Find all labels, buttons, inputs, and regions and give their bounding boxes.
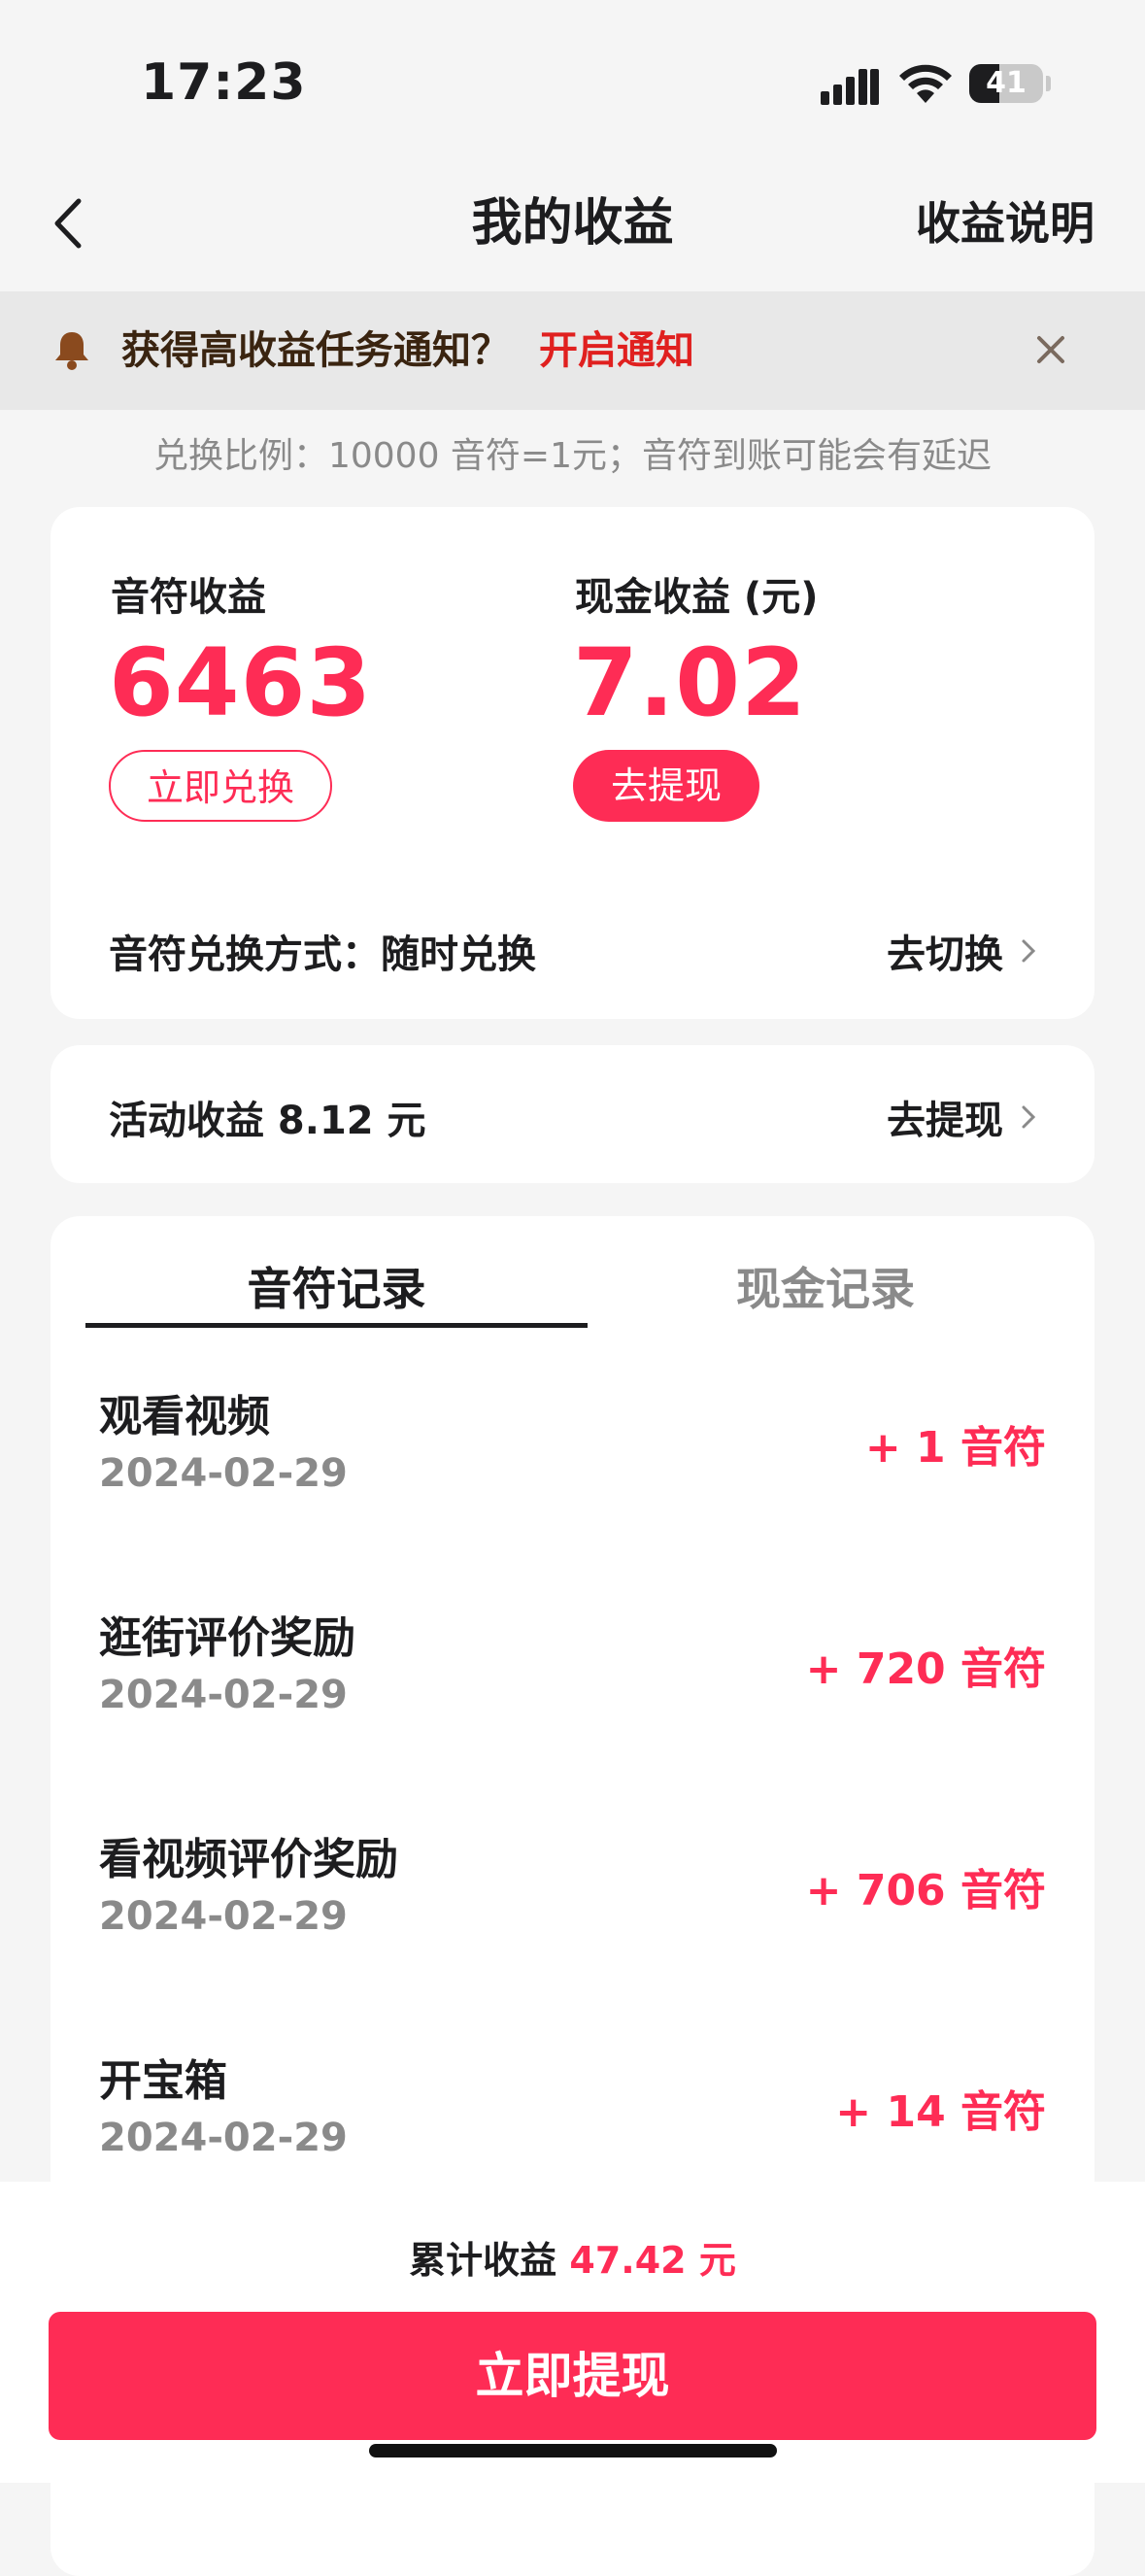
total-earnings-label: 累计收益 xyxy=(409,2239,557,2282)
record-title: 看视频评价奖励 xyxy=(99,1835,398,1884)
total-earnings-value: 47.42 元 xyxy=(569,2239,736,2282)
cash-earnings-value: 7.02 xyxy=(573,628,807,737)
activity-withdraw-link[interactable]: 去提现 xyxy=(887,1089,1036,1145)
notification-banner: 获得高收益任务通知？ 开启通知 xyxy=(0,291,1145,410)
notes-earnings-label: 音符收益 xyxy=(111,575,266,620)
battery-percent: 41 xyxy=(986,66,1027,100)
record-item: 观看视频 2024-02-29 + 1 音符 xyxy=(99,1381,1046,1603)
earnings-explanation-link[interactable]: 收益说明 xyxy=(916,185,1094,262)
exchange-mode-label: 音符兑换方式：随时兑换 xyxy=(109,932,536,977)
activity-withdraw-text: 去提现 xyxy=(887,1099,1003,1143)
close-icon[interactable] xyxy=(1029,328,1072,371)
cash-earnings-label: 现金收益 (元) xyxy=(575,575,819,620)
record-date: 2024-02-29 xyxy=(99,1673,348,1717)
notice-text: 获得高收益任务通知？ xyxy=(121,328,510,373)
record-amount: + 1 音符 xyxy=(864,1423,1046,1473)
battery-icon: 41 xyxy=(969,64,1043,103)
notes-earnings-value: 6463 xyxy=(109,628,373,737)
record-date: 2024-02-29 xyxy=(99,1894,348,1939)
chevron-right-icon xyxy=(1022,1105,1036,1129)
record-item: 看视频评价奖励 2024-02-29 + 706 音符 xyxy=(99,1824,1046,2046)
status-bar: 17:23 41 xyxy=(0,0,1145,165)
record-date: 2024-02-29 xyxy=(99,1451,348,1496)
record-amount: + 720 音符 xyxy=(805,1644,1046,1694)
record-date: 2024-02-29 xyxy=(99,2116,348,2160)
enable-notification-link[interactable]: 开启通知 xyxy=(539,291,694,410)
total-earnings: 累计收益 47.42 元 xyxy=(0,2230,1145,2284)
exchange-now-button[interactable]: 立即兑换 xyxy=(109,750,332,822)
record-amount: + 706 音符 xyxy=(805,1866,1046,1915)
record-amount: + 14 音符 xyxy=(835,2087,1046,2137)
switch-mode-link[interactable]: 去切换 xyxy=(887,923,1036,979)
battery-tip xyxy=(1046,76,1051,91)
withdraw-now-button[interactable]: 立即提现 xyxy=(49,2312,1096,2440)
bell-icon xyxy=(55,332,88,370)
switch-mode-text: 去切换 xyxy=(887,932,1003,977)
wifi-icon xyxy=(899,64,952,103)
record-title: 开宝箱 xyxy=(99,2056,227,2106)
signal-icon xyxy=(821,69,879,105)
bottom-bar: 累计收益 47.42 元 立即提现 xyxy=(0,2182,1145,2483)
active-tab-indicator xyxy=(85,1323,588,1328)
exchange-rate-text: 兑换比例：10000 音符=1元；音符到账可能会有延迟 xyxy=(152,436,993,476)
activity-earnings-label: 活动收益 8.12 元 xyxy=(109,1099,426,1143)
earnings-card: 音符收益 6463 立即兑换 现金收益 (元) 7.02 去提现 音符兑换方式：… xyxy=(51,507,1094,1019)
record-title: 逛街评价奖励 xyxy=(99,1613,355,1663)
record-title: 观看视频 xyxy=(99,1392,270,1441)
status-time: 17:23 xyxy=(141,53,307,112)
tab-notes-records[interactable]: 音符记录 xyxy=(85,1245,588,1333)
withdraw-button[interactable]: 去提现 xyxy=(573,750,759,822)
activity-earnings-card[interactable]: 活动收益 8.12 元 去提现 xyxy=(51,1045,1094,1183)
chevron-right-icon xyxy=(1022,939,1036,963)
record-item: 逛街评价奖励 2024-02-29 + 720 音符 xyxy=(99,1603,1046,1824)
home-indicator xyxy=(369,2444,777,2457)
tab-cash-records[interactable]: 现金记录 xyxy=(588,1245,1063,1333)
